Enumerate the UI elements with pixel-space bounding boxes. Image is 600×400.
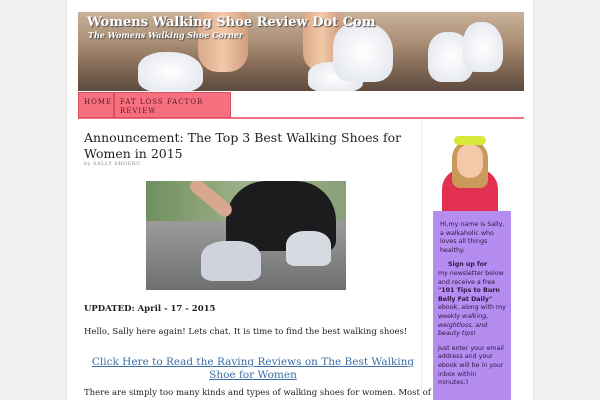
byline: by SALLY SHOERU [84,161,141,167]
signup-desc: my newsletter below and receive a free [438,269,504,286]
nav-fat-loss-factor-review[interactable]: FAT LOSS FACTOR REVIEW [114,92,231,118]
author-photo [428,134,510,211]
post-image [146,181,346,290]
main-nav: HOME FAT LOSS FACTOR REVIEW [78,92,524,119]
shoe-image [138,52,203,91]
nav-home[interactable]: HOME [78,92,114,118]
signup-closing: Just enter your email address and your e… [438,344,504,387]
ebook-title: "101 Tips to Burn Belly Fat Daily" [438,287,500,303]
author-link[interactable]: SALLY SHOERU [93,161,141,167]
site-title[interactable]: Womens Walking Shoe Review Dot Com [87,15,376,30]
sidebar-intro: Hi,my name is Sally, a walkaholic who lo… [440,221,505,254]
signup-text: Sign up for my newsletter below and rece… [438,261,506,338]
updated-date: UPDATED: April - 17 - 2015 [84,304,216,314]
tips-end: ! [473,330,476,338]
newsletter-signup-box: Hi,my name is Sally, a walkaholic who lo… [433,211,511,400]
main-content: Announcement: The Top 3 Best Walking Sho… [78,120,456,400]
signup-heading: Sign up for [448,261,488,269]
byline-prefix: by [84,161,92,167]
header-banner[interactable]: Womens Walking Shoe Review Dot Com The W… [78,12,524,91]
reviews-link[interactable]: Click Here to Read the Raving Reviews on… [88,356,418,382]
body-paragraph: There are simply too many kinds and type… [84,388,456,398]
intro-paragraph: Hello, Sally here again! Lets chat. It i… [84,327,408,337]
post-title[interactable]: Announcement: The Top 3 Best Walking Sho… [84,130,404,162]
site-tagline: The Womens Walking Shoe Corner [88,30,244,40]
